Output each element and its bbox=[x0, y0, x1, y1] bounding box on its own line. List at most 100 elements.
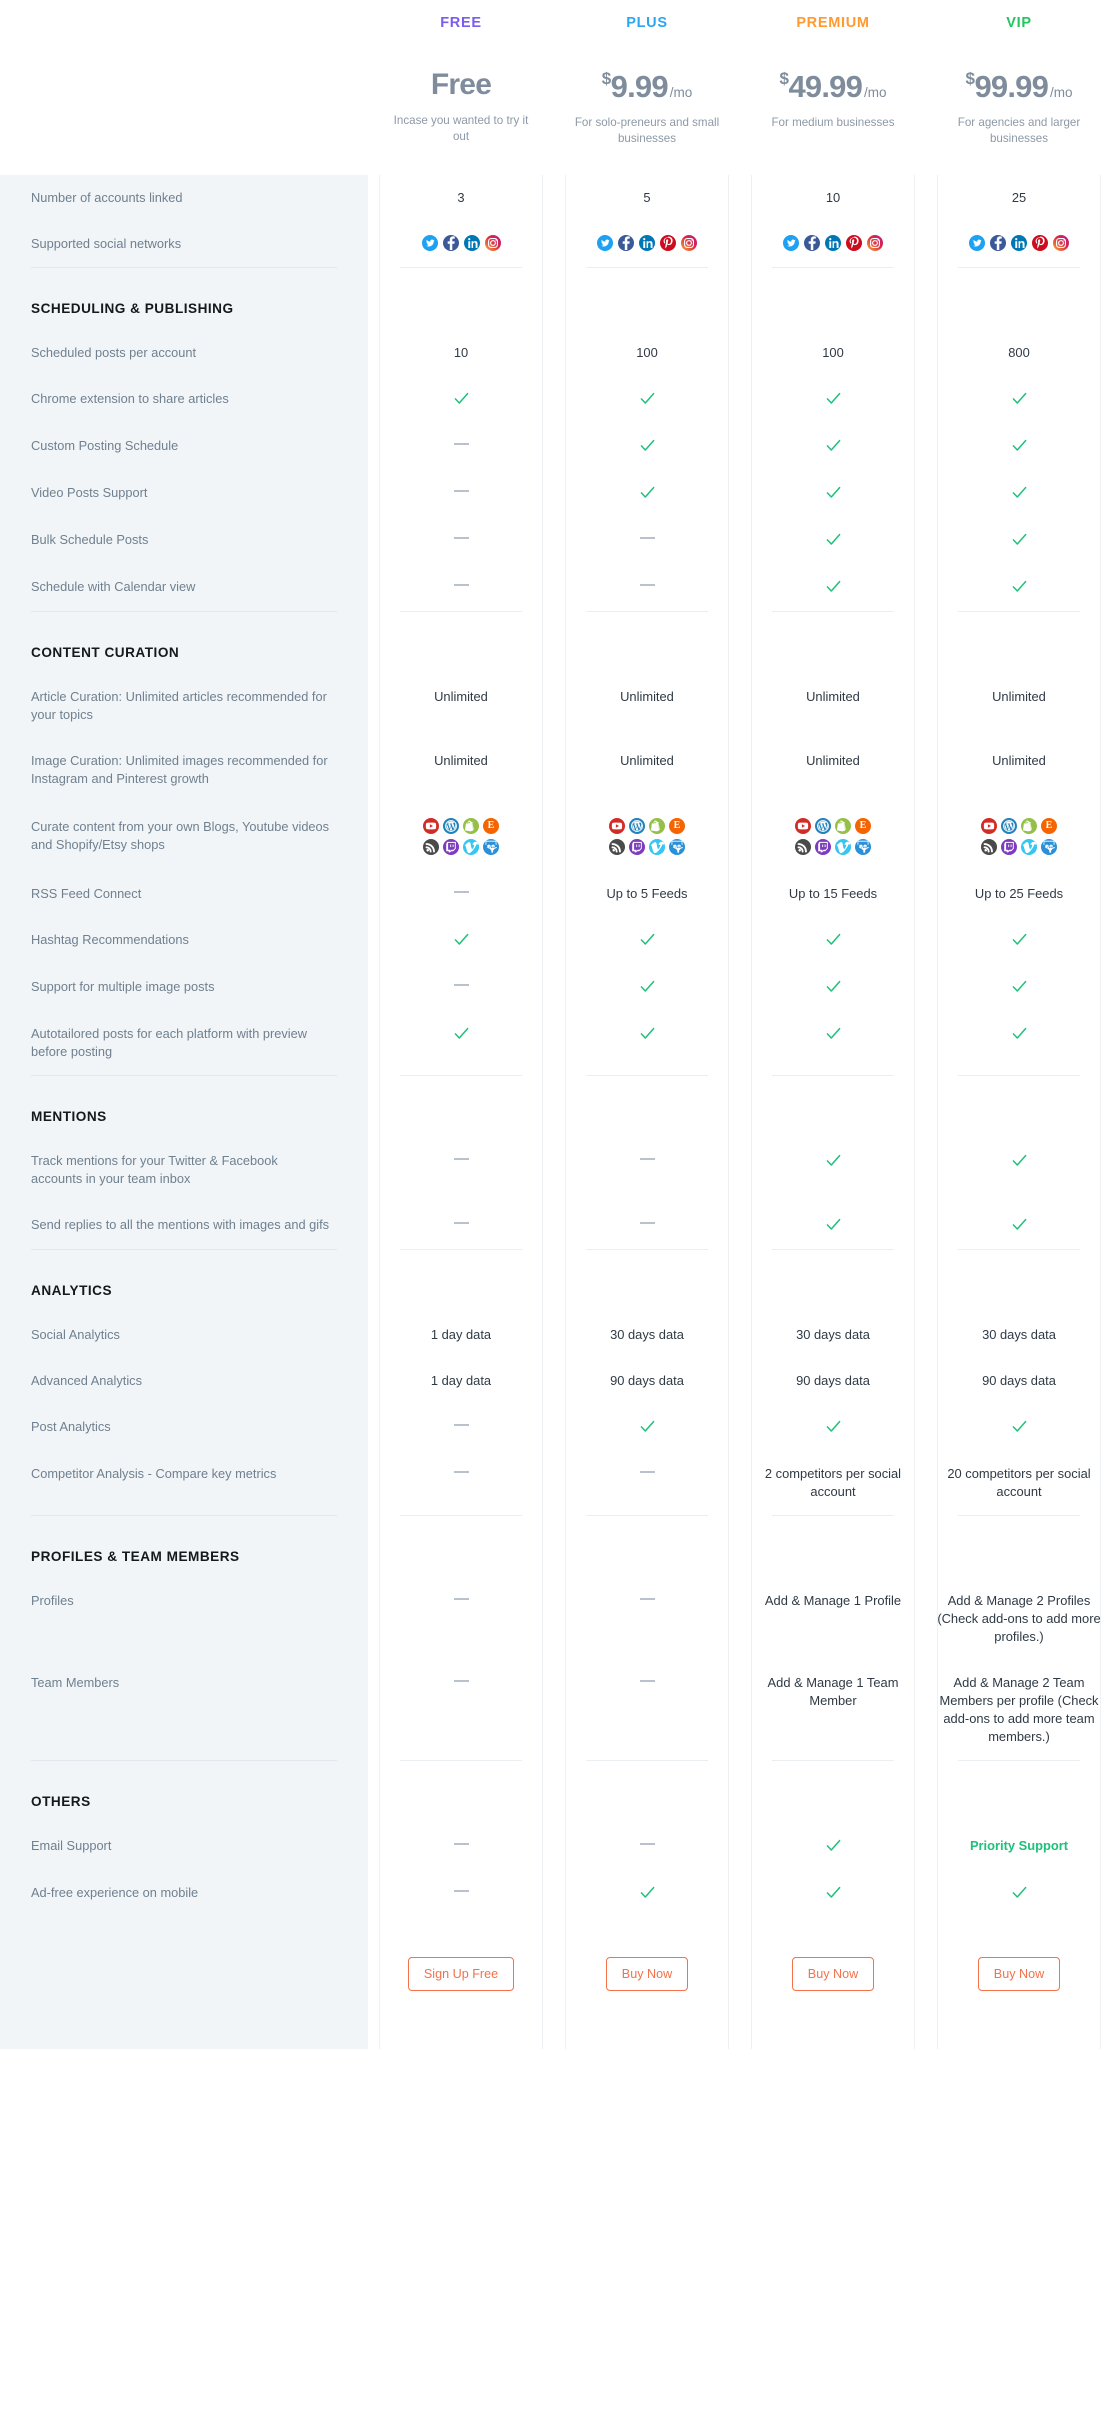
curation-sources-list: E bbox=[936, 818, 1102, 855]
not-included-dash-icon bbox=[453, 584, 469, 586]
feature-value: Add & Manage 2 Profiles (Check add-ons t… bbox=[937, 1593, 1101, 1644]
section-heading-label: CONTENT CURATION bbox=[31, 645, 180, 660]
section-heading-profiles-team-members: PROFILES & TEAM MEMBERS bbox=[0, 1516, 1108, 1578]
feature-cell-plus bbox=[554, 1025, 740, 1044]
etsy-icon: E bbox=[483, 818, 499, 834]
not-included-dash-icon bbox=[639, 1598, 655, 1600]
plan-price: $9.99/mo bbox=[554, 70, 740, 102]
cta-button-plus[interactable]: Buy Now bbox=[605, 1957, 689, 1991]
feature-cell-premium bbox=[740, 484, 926, 503]
shopify-icon bbox=[649, 818, 665, 834]
section-heading-analytics: ANALYTICS bbox=[0, 1250, 1108, 1312]
feature-value: 20 competitors per social account bbox=[947, 1466, 1091, 1499]
not-included-dash-icon bbox=[453, 1843, 469, 1845]
feature-cell-premium: 30 days data bbox=[740, 1326, 926, 1344]
twitter-icon bbox=[783, 235, 799, 251]
check-icon bbox=[1011, 1025, 1028, 1042]
feature-value: Add & Manage 1 Profile bbox=[764, 1593, 902, 1608]
linkedin-icon bbox=[639, 235, 655, 251]
instagram-icon bbox=[867, 235, 883, 251]
plan-header-vip: VIP $99.99/mo For agencies and larger busi… bbox=[926, 0, 1108, 175]
feature-cell-plus bbox=[554, 578, 740, 596]
check-icon bbox=[1011, 1418, 1028, 1435]
section-heading-label: SCHEDULING & PUBLISHING bbox=[31, 301, 234, 316]
check-icon bbox=[1011, 1884, 1028, 1901]
youtube-icon bbox=[981, 818, 997, 834]
section-heading-scheduling-publishing: SCHEDULING & PUBLISHING bbox=[0, 268, 1108, 330]
feature-row: Bulk Schedule Posts bbox=[0, 517, 1108, 564]
facebook-icon bbox=[618, 235, 634, 251]
feature-row: Image Curation: Unlimited images recomme… bbox=[0, 738, 1108, 802]
not-included-dash-icon bbox=[453, 984, 469, 986]
section-heading-label: PROFILES & TEAM MEMBERS bbox=[31, 1549, 240, 1564]
cta-button-premium[interactable]: Buy Now bbox=[791, 1957, 875, 1991]
cta-button-free[interactable]: Sign Up Free bbox=[407, 1957, 515, 1991]
feature-row: Video Posts Support bbox=[0, 470, 1108, 517]
feature-cell-free bbox=[368, 235, 554, 251]
plan-name: PLUS bbox=[626, 15, 668, 31]
feature-cell-free bbox=[368, 1674, 554, 1692]
not-included-dash-icon bbox=[639, 537, 655, 539]
feature-cell-plus: 90 days data bbox=[554, 1372, 740, 1390]
feature-row: Track mentions for your Twitter & Facebo… bbox=[0, 1138, 1108, 1202]
feature-cell-vip bbox=[926, 1025, 1108, 1044]
cta-button-vip[interactable]: Buy Now bbox=[977, 1957, 1061, 1991]
feature-cell-plus bbox=[554, 1216, 740, 1234]
feature-cell-vip bbox=[926, 1884, 1108, 1903]
feature-cell-premium bbox=[740, 1216, 926, 1235]
feature-cell-plus bbox=[554, 1152, 740, 1170]
check-icon bbox=[639, 1025, 656, 1042]
feature-cell-premium: E bbox=[740, 818, 926, 855]
feature-cell-plus bbox=[554, 235, 740, 251]
wordpress-icon bbox=[629, 818, 645, 834]
check-icon bbox=[825, 1152, 842, 1169]
cta-cell-free: Sign Up Free bbox=[368, 1957, 554, 1991]
feature-cell-plus bbox=[554, 484, 740, 503]
feature-cell-premium bbox=[740, 1152, 926, 1171]
check-icon bbox=[1011, 978, 1028, 995]
feature-row: Autotailored posts for each platform wit… bbox=[0, 1011, 1108, 1075]
feature-cell-free: 10 bbox=[368, 344, 554, 362]
feature-value: Up to 15 Feeds bbox=[788, 886, 878, 901]
plan-header-premium: PREMIUM $49.99/mo For medium businesses bbox=[740, 0, 926, 175]
feature-value: Add & Manage 1 Team Member bbox=[767, 1675, 899, 1708]
feature-row: Number of accounts linked 3 5 10 25 bbox=[0, 175, 1108, 221]
feature-row: Post Analytics bbox=[0, 1404, 1108, 1451]
rss-icon bbox=[609, 839, 625, 855]
feature-cell-premium: Unlimited bbox=[740, 688, 926, 706]
feature-row: Send replies to all the mentions with im… bbox=[0, 1202, 1108, 1249]
feature-cell-premium bbox=[740, 931, 926, 950]
feature-cell-free bbox=[368, 578, 554, 596]
feature-cell-vip bbox=[926, 437, 1108, 456]
rss-icon bbox=[795, 839, 811, 855]
feature-cell-vip bbox=[926, 390, 1108, 409]
check-icon bbox=[639, 931, 656, 948]
feature-cell-plus: 5 bbox=[554, 189, 740, 207]
feature-cell-vip: 90 days data bbox=[926, 1372, 1108, 1390]
slideshare-icon bbox=[855, 839, 871, 855]
feature-row: Email Support Priority Support bbox=[0, 1823, 1108, 1870]
feature-row: Curate content from your own Blogs, Yout… bbox=[0, 802, 1108, 871]
feature-cell-premium: Unlimited bbox=[740, 752, 926, 770]
check-icon bbox=[453, 1025, 470, 1042]
plan-currency: $ bbox=[601, 69, 611, 88]
feature-value: Unlimited bbox=[620, 689, 674, 704]
feature-cell-premium: Add & Manage 1 Profile bbox=[740, 1592, 926, 1610]
plan-header-free: FREE Free Incase you wanted to try it out bbox=[368, 0, 554, 175]
not-included-dash-icon bbox=[453, 1598, 469, 1600]
section-heading-label: OTHERS bbox=[31, 1794, 91, 1809]
vimeo-icon bbox=[835, 839, 851, 855]
check-icon bbox=[825, 931, 842, 948]
feature-cell-vip: Unlimited bbox=[926, 688, 1108, 706]
pinterest-icon bbox=[660, 235, 676, 251]
check-icon bbox=[639, 1884, 656, 1901]
rss-icon bbox=[981, 839, 997, 855]
plan-description: For medium businesses bbox=[771, 116, 895, 129]
section-divider bbox=[0, 1760, 1108, 1761]
not-included-dash-icon bbox=[453, 1680, 469, 1682]
plan-period: /mo bbox=[669, 85, 693, 100]
plan-description: For agencies and larger businesses bbox=[957, 116, 1081, 145]
not-included-dash-icon bbox=[453, 1424, 469, 1426]
youtube-icon bbox=[609, 818, 625, 834]
feature-cell-vip: Add & Manage 2 Team Members per profile … bbox=[926, 1674, 1108, 1746]
